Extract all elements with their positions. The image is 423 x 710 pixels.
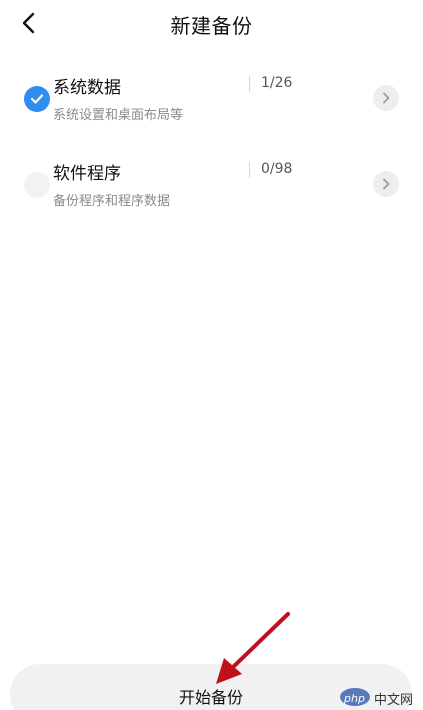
checkbox-system-data[interactable] [24, 86, 50, 112]
detail-button[interactable] [373, 171, 399, 197]
item-count: 1/26 [261, 75, 293, 91]
item-title: 软件程序 [53, 164, 121, 184]
header: 新建备份 [0, 0, 423, 48]
watermark-logo-text: php [344, 692, 365, 705]
watermark: php 中文网 [340, 686, 420, 708]
annotation-arrow-icon [216, 612, 290, 684]
list-item-apps[interactable]: 软件程序 备份程序和程序数据 0/98 [0, 148, 423, 218]
detail-button[interactable] [373, 85, 399, 111]
item-title: 系统数据 [53, 78, 121, 98]
item-subtitle: 系统设置和桌面布局等 [53, 108, 184, 123]
checkmark-icon [30, 94, 44, 104]
chevron-right-icon [383, 178, 390, 190]
watermark-logo: php [340, 688, 370, 706]
divider [249, 76, 250, 92]
divider [249, 162, 250, 178]
item-count: 0/98 [261, 161, 293, 177]
page-title: 新建备份 [170, 14, 253, 38]
screen: 新建备份 系统数据 系统设置和桌面布局等 1/26 软件程序 备份程序和程序数据… [0, 0, 423, 710]
item-subtitle: 备份程序和程序数据 [53, 194, 171, 209]
checkbox-apps[interactable] [24, 172, 50, 198]
watermark-site-text: 中文网 [374, 693, 414, 708]
chevron-right-icon [383, 92, 390, 104]
list-item-system-data[interactable]: 系统数据 系统设置和桌面布局等 1/26 [0, 62, 423, 132]
